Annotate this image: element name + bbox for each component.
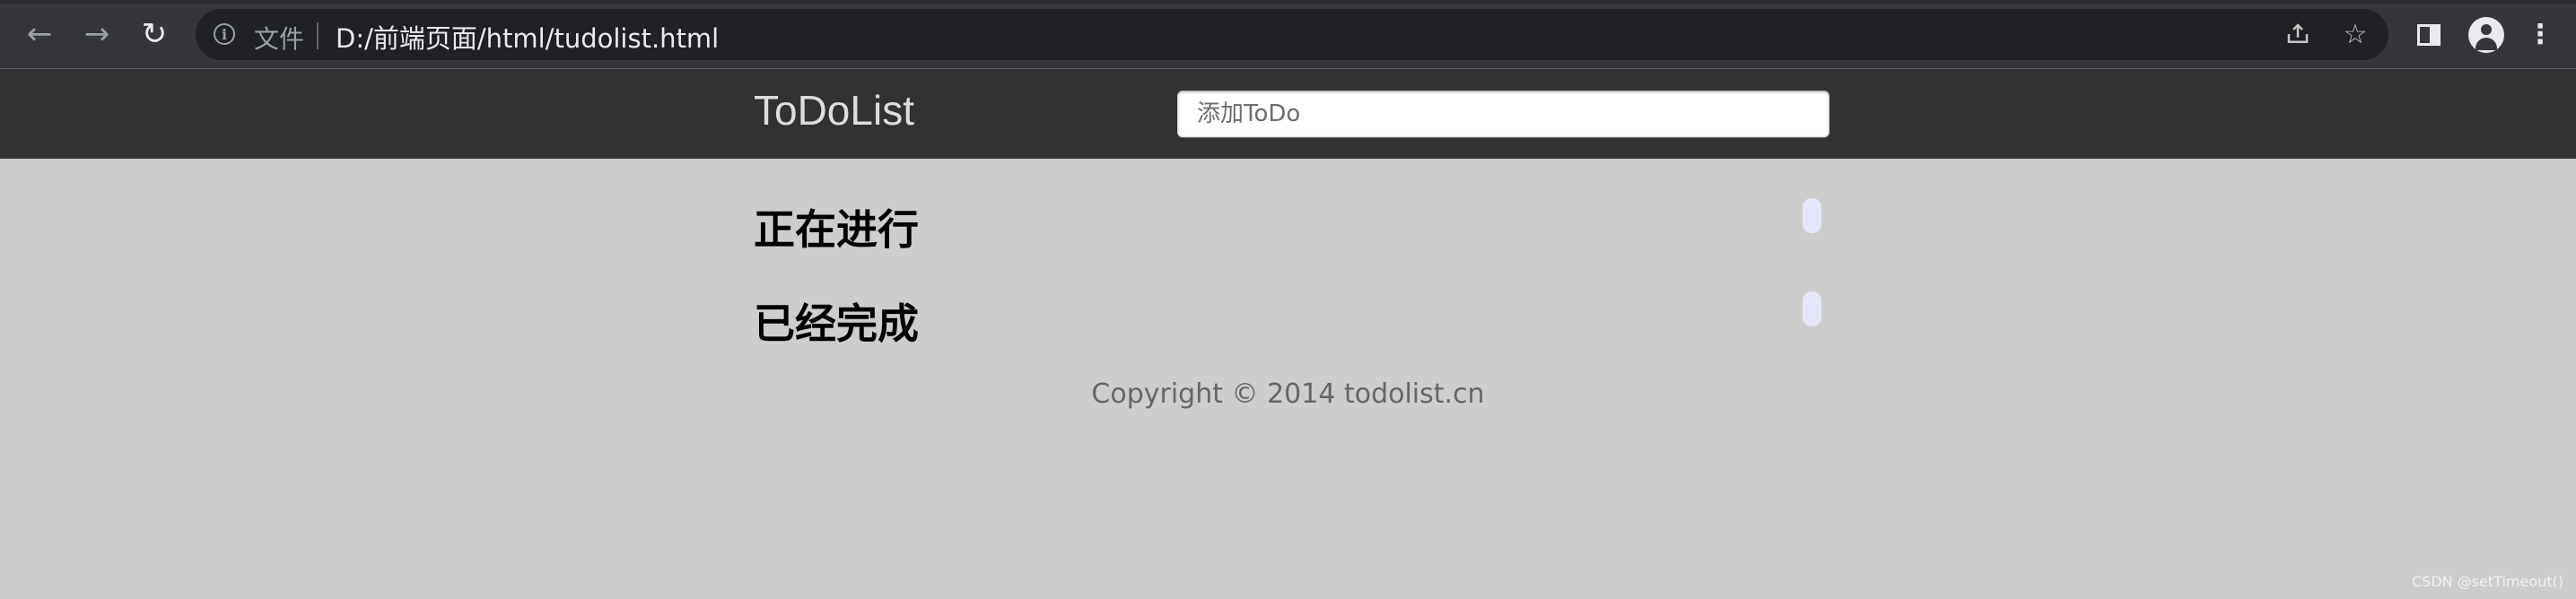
info-icon[interactable]: i: [214, 23, 235, 45]
browser-toolbar: ← → ↻ i 文件 D:/前端页面/html/tudolist.html ☆ …: [0, 0, 2576, 69]
back-button[interactable]: ←: [22, 16, 57, 52]
section-title-done: 已经完成: [754, 300, 919, 348]
star-icon: ☆: [2343, 18, 2368, 50]
tab-strip-edge: [0, 0, 2576, 4]
share-button[interactable]: [2280, 16, 2316, 52]
section-title-in-progress: 正在进行: [754, 205, 919, 254]
avatar-icon: [2468, 17, 2504, 53]
brand-title[interactable]: ToDoList: [754, 86, 914, 135]
side-panel-button[interactable]: [2410, 16, 2448, 54]
add-todo-input[interactable]: [1177, 91, 1829, 137]
arrow-left-icon: ←: [26, 16, 53, 52]
copyright-text: Copyright © 2014 todolist.cn: [1091, 378, 1485, 410]
browser-menu-button[interactable]: ⋮: [2521, 16, 2559, 54]
forward-button[interactable]: →: [79, 16, 115, 52]
side-panel-icon: [2417, 24, 2441, 46]
app-header: ToDoList: [0, 69, 2576, 159]
share-icon: [2287, 23, 2309, 43]
in-progress-count-badge: [1803, 198, 1821, 233]
arrow-right-icon: →: [83, 16, 110, 52]
scheme-label: 文件: [254, 24, 305, 54]
watermark: CSDN @setTimeout(): [2412, 573, 2563, 590]
address-bar[interactable]: i 文件 D:/前端页面/html/tudolist.html ☆: [196, 9, 2388, 60]
url-text[interactable]: D:/前端页面/html/tudolist.html: [336, 18, 719, 56]
footer-copyright: Copyright © 2014 todolist.cn: [0, 378, 2576, 410]
kebab-menu-icon: ⋮: [2527, 19, 2554, 50]
bookmark-button[interactable]: ☆: [2337, 16, 2373, 52]
profile-button[interactable]: [2467, 16, 2505, 54]
address-divider: [317, 22, 319, 49]
done-count-badge: [1803, 291, 1821, 326]
reload-button[interactable]: ↻: [136, 16, 172, 52]
reload-icon: ↻: [141, 16, 168, 52]
